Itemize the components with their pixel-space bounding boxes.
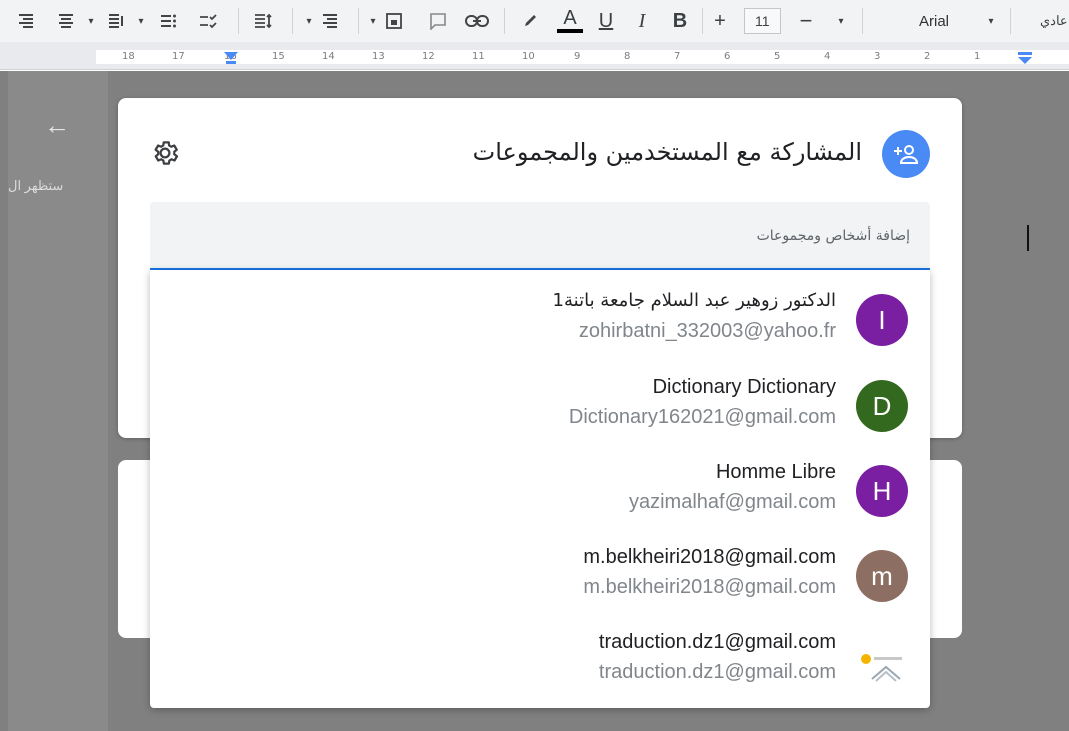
left-indent-marker-icon[interactable]	[224, 52, 238, 64]
suggestion-item[interactable]: traduction.dz1@gmail.com traduction.dz1@…	[150, 615, 930, 699]
dialog-title: المشاركة مع المستخدمين والمجموعات	[472, 138, 862, 166]
ruler-number: 6	[724, 51, 731, 62]
avatar: m	[856, 550, 908, 602]
bulleted-list-icon[interactable]	[156, 0, 180, 42]
underline-icon[interactable]: U	[594, 0, 618, 42]
text-color-icon[interactable]: A	[556, 0, 584, 42]
suggestion-name: Dictionary Dictionary	[652, 376, 836, 398]
ruler[interactable]: 18 17 16 15 14 13 12 11 10 9 8 7 6 5 4 3…	[0, 42, 1069, 70]
text-direction-icon[interactable]	[318, 0, 342, 42]
spacing-dropdown-icon[interactable]: ▾	[134, 0, 148, 42]
checklist-icon[interactable]	[196, 0, 220, 42]
suggestion-item[interactable]: Homme Libre yazimalhaf@gmail.com H	[150, 445, 930, 529]
ruler-number: 15	[272, 51, 285, 62]
ruler-number: 9	[574, 51, 581, 62]
ruler-number: 5	[774, 51, 781, 62]
ruler-number: 3	[874, 51, 881, 62]
ruler-number: 8	[624, 51, 631, 62]
align-center-icon[interactable]	[54, 0, 78, 42]
avatar: H	[856, 465, 908, 517]
ruler-number: 10	[522, 51, 535, 62]
suggestion-item[interactable]: m.belkheiri2018@gmail.com m.belkheiri201…	[150, 530, 930, 614]
back-arrow-icon[interactable]: ←	[44, 110, 70, 141]
right-indent-marker-icon[interactable]	[1018, 52, 1032, 64]
insert-link-icon[interactable]	[462, 0, 492, 42]
ruler-number: 1	[974, 51, 981, 62]
suggestion-name: الدكتور زوهير عبد السلام جامعة باتنة1	[552, 290, 836, 311]
suggestion-email: traduction.dz1@gmail.com	[598, 661, 836, 683]
formatting-toolbar: ▾ ▾ ▾ ▾ A U I B + 11 − ▾ Arial ▾ عادي	[0, 0, 1069, 42]
suggestion-email: yazimalhaf@gmail.com	[628, 491, 836, 513]
ruler-number: 14	[322, 51, 335, 62]
font-size-input[interactable]: 11	[744, 8, 781, 34]
suggestions-dropdown: الدكتور زوهير عبد السلام جامعة باتنة1 zo…	[150, 270, 930, 708]
add-people-input[interactable]: إضافة أشخاص ومجموعات	[150, 202, 930, 270]
align-dropdown-icon[interactable]: ▾	[84, 0, 98, 42]
settings-gear-icon[interactable]	[150, 138, 180, 173]
decrease-font-size-icon[interactable]: −	[796, 0, 816, 42]
add-person-icon	[882, 130, 930, 178]
suggestion-email: m.belkheiri2018@gmail.com	[583, 576, 836, 598]
insert-image-icon[interactable]	[382, 0, 406, 42]
ruler-number: 18	[122, 51, 135, 62]
suggestion-name: traduction.dz1@gmail.com	[598, 631, 836, 653]
suggestion-email: Dictionary162021@gmail.com	[568, 406, 836, 428]
avatar: D	[856, 380, 908, 432]
ruler-number: 12	[422, 51, 435, 62]
add-comment-icon[interactable]	[426, 0, 450, 42]
increase-font-size-icon[interactable]: +	[710, 0, 730, 42]
ruler-number: 11	[472, 51, 485, 62]
font-name-select[interactable]: Arial	[914, 0, 954, 42]
ruler-number: 7	[674, 51, 681, 62]
highlight-color-icon[interactable]	[518, 0, 542, 42]
suggestion-item[interactable]: Dictionary Dictionary Dictionary162021@g…	[150, 360, 930, 444]
size-dropdown-icon[interactable]: ▾	[834, 0, 848, 42]
ruler-number: 2	[924, 51, 931, 62]
suggestion-email: zohirbatni_332003@yahoo.fr	[578, 320, 836, 342]
indent-icon[interactable]	[250, 0, 276, 42]
line-spacing-icon[interactable]	[104, 0, 128, 42]
paragraph-style-select[interactable]: عادي	[1040, 0, 1069, 42]
ruler-number: 4	[824, 51, 831, 62]
ruler-number: 13	[372, 51, 385, 62]
add-people-placeholder: إضافة أشخاص ومجموعات	[756, 228, 910, 244]
image-dropdown-icon[interactable]: ▾	[366, 0, 380, 42]
italic-icon[interactable]: I	[630, 0, 654, 42]
font-dropdown-icon[interactable]: ▾	[984, 0, 998, 42]
suggestion-name: m.belkheiri2018@gmail.com	[583, 546, 836, 568]
suggestion-name: Homme Libre	[715, 461, 836, 483]
left-panel	[8, 71, 108, 731]
align-right-icon[interactable]	[14, 0, 38, 42]
suggestion-item[interactable]: الدكتور زوهير عبد السلام جامعة باتنة1 zo…	[150, 274, 930, 358]
avatar: I	[856, 294, 908, 346]
outline-hint-text: ستظهر ال	[8, 178, 64, 193]
text-dir-dropdown-icon[interactable]: ▾	[302, 0, 316, 42]
avatar-logo	[856, 635, 908, 687]
bold-icon[interactable]: B	[668, 0, 692, 42]
ruler-number: 17	[172, 51, 185, 62]
text-cursor	[1027, 225, 1029, 251]
